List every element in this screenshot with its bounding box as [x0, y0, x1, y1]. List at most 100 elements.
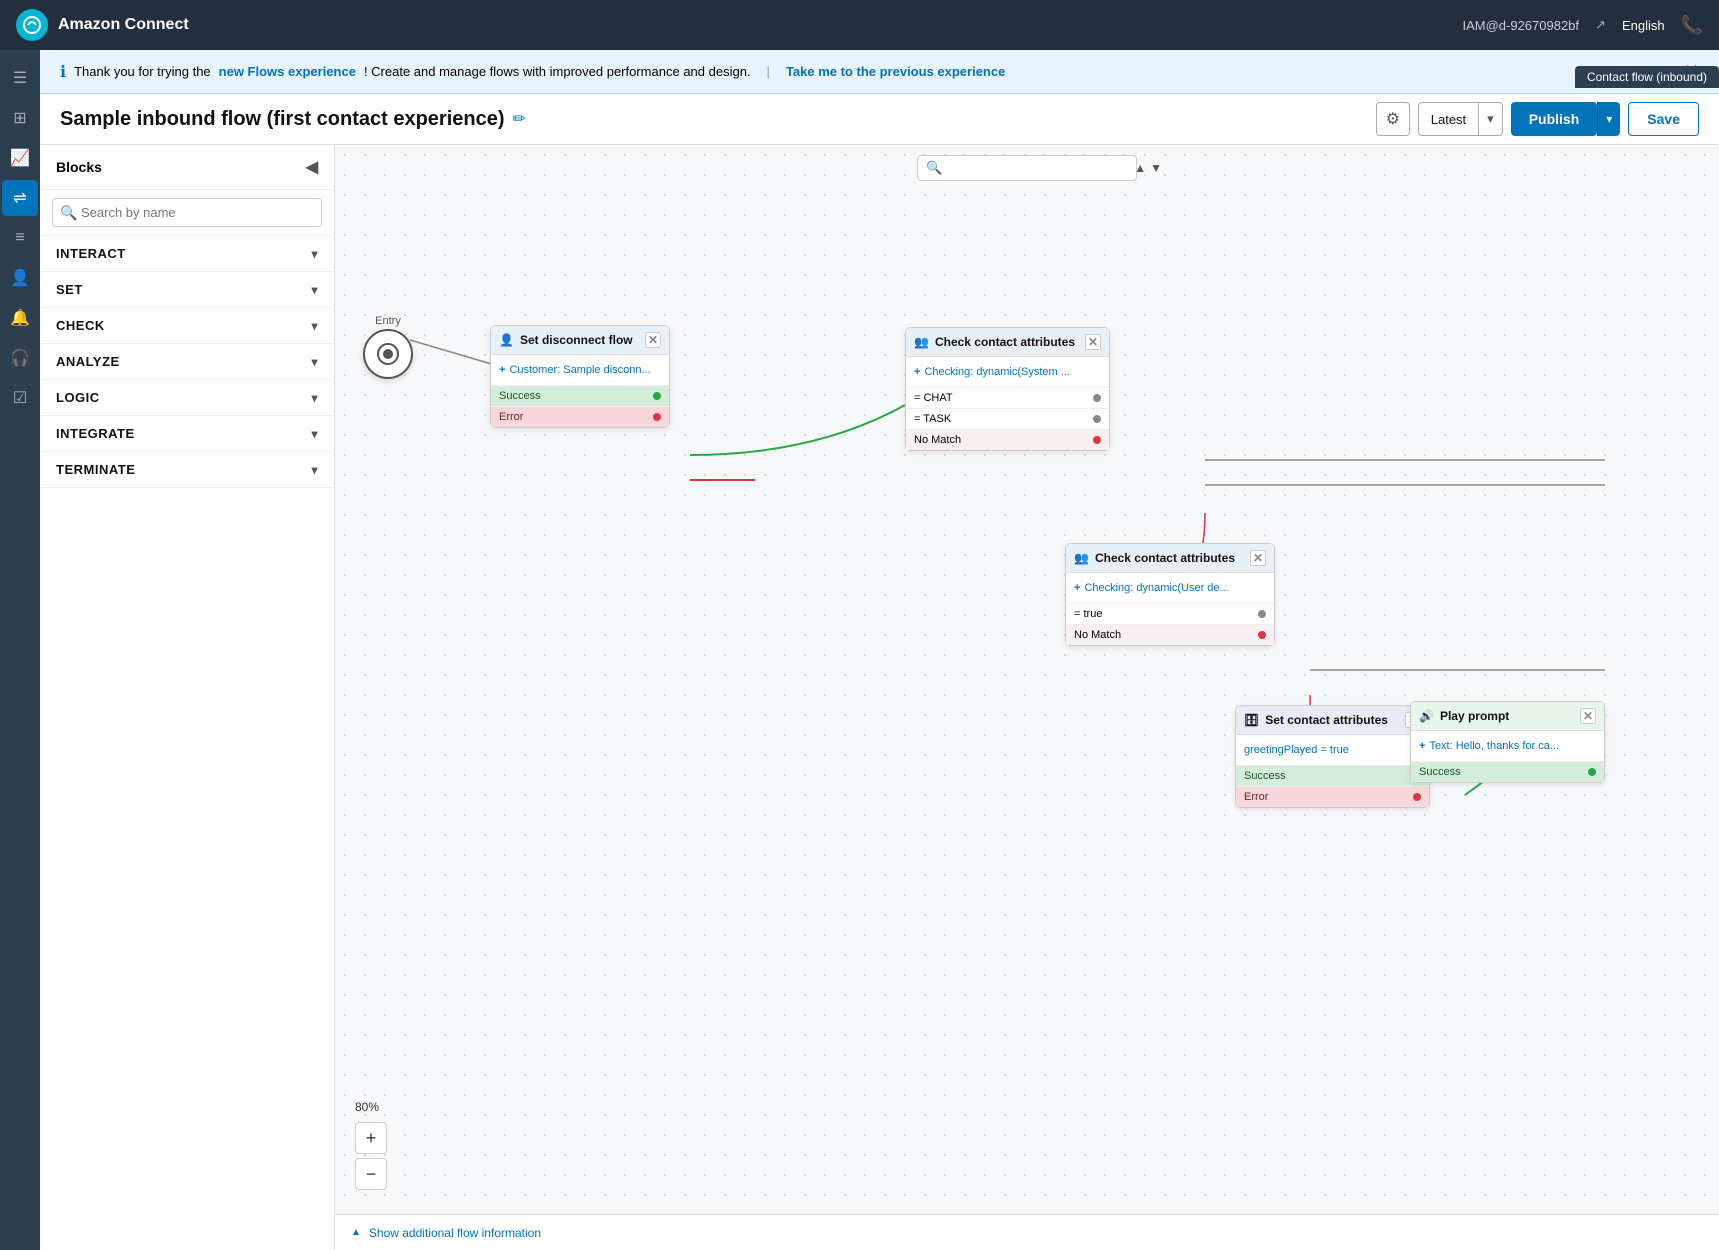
- check-contact-2-icon: 👥: [1074, 551, 1089, 565]
- version-selector[interactable]: Latest ▾: [1418, 102, 1503, 136]
- sidebar-item-users[interactable]: 👤: [2, 260, 38, 296]
- publish-dropdown-button[interactable]: ▾: [1597, 102, 1620, 136]
- play-prompt-header: 🔊 Play prompt ✕: [1411, 702, 1604, 731]
- check-label: CHECK: [56, 318, 105, 333]
- sidebar-item-dashboard[interactable]: ⊞: [2, 100, 38, 136]
- connection-lines: [335, 145, 1719, 1250]
- play-prompt-node[interactable]: 🔊 Play prompt ✕ + Text: Hello, thanks fo…: [1410, 701, 1605, 783]
- sidebar-item-menu[interactable]: ☰: [2, 60, 38, 96]
- sidebar-item-channels[interactable]: ≡: [2, 220, 38, 256]
- blocks-title: Blocks: [56, 159, 102, 175]
- publish-button[interactable]: Publish: [1511, 102, 1598, 136]
- entry-node[interactable]: [363, 329, 413, 379]
- entry-label-container: Entry: [363, 315, 413, 379]
- canvas-search-input[interactable]: [950, 161, 1126, 176]
- info-icon: ℹ: [60, 62, 66, 82]
- sidebar-item-tasks[interactable]: ☑: [2, 380, 38, 416]
- block-section-analyze: ANALYZE ▾: [40, 344, 334, 380]
- canvas-footer[interactable]: ▲ Show additional flow information: [335, 1214, 1719, 1250]
- toolbar-right: ⚙ Latest ▾ Publish ▾ Save: [1376, 102, 1699, 136]
- content-area: Blocks ◀ 🔍 INTERACT ▾ SET ▾: [40, 145, 1719, 1250]
- check-contact-2-node[interactable]: 👥 Check contact attributes ✕ + Checking:…: [1065, 543, 1275, 646]
- terminate-chevron-icon: ▾: [311, 463, 318, 477]
- check-contact-2-item: + Checking: dynamic(User de...: [1074, 579, 1266, 597]
- set-disconnect-success-output[interactable]: Success: [491, 385, 669, 406]
- block-section-integrate-header[interactable]: INTEGRATE ▾: [40, 416, 334, 451]
- check-contact-1-task-output[interactable]: = TASK: [906, 408, 1109, 429]
- zoom-controls: 80% + −: [355, 1100, 387, 1190]
- set-label: SET: [56, 282, 83, 297]
- logo-icon: [16, 9, 48, 41]
- zoom-out-button[interactable]: −: [355, 1158, 387, 1190]
- canvas-search-down-button[interactable]: ▼: [1150, 161, 1162, 175]
- set-contact-error-output[interactable]: Error: [1236, 786, 1429, 807]
- block-section-interact-header[interactable]: INTERACT ▾: [40, 236, 334, 271]
- version-chevron-icon[interactable]: ▾: [1478, 103, 1502, 135]
- check-contact-1-close-button[interactable]: ✕: [1085, 334, 1101, 350]
- external-link-icon[interactable]: ↗: [1595, 17, 1606, 33]
- page-title: Sample inbound flow (first contact exper…: [60, 108, 505, 131]
- play-prompt-title: Play prompt: [1440, 709, 1509, 723]
- sidebar-item-analytics[interactable]: 📈: [2, 140, 38, 176]
- terminate-label: TERMINATE: [56, 462, 135, 477]
- check-contact-2-true-output[interactable]: = true: [1066, 603, 1274, 624]
- collapse-panel-button[interactable]: ◀: [306, 157, 318, 177]
- edit-icon[interactable]: ✏: [513, 109, 526, 129]
- canvas-search-up-button[interactable]: ▲: [1134, 161, 1146, 175]
- publish-group: Publish ▾: [1511, 102, 1621, 136]
- node-person-icon: 👤: [499, 333, 514, 347]
- set-disconnect-node[interactable]: 👤 Set disconnect flow ✕ + Customer: Samp…: [490, 325, 670, 428]
- brand-name: Amazon Connect: [58, 16, 189, 34]
- sidebar-item-notifications[interactable]: 🔔: [2, 300, 38, 336]
- set-chevron-icon: ▾: [311, 283, 318, 297]
- main-container: ℹ Thank you for trying the new Flows exp…: [40, 50, 1719, 1250]
- check-contact-2-nomatch-output[interactable]: No Match: [1066, 624, 1274, 645]
- play-prompt-body: + Text: Hello, thanks for ca...: [1411, 731, 1604, 761]
- set-disconnect-close-button[interactable]: ✕: [645, 332, 661, 348]
- canvas-search-arrows: ▲ ▼: [1134, 161, 1162, 175]
- set-disconnect-error-output[interactable]: Error: [491, 406, 669, 427]
- set-contact-item: greetingPlayed = true: [1244, 741, 1421, 759]
- zoom-in-button[interactable]: +: [355, 1122, 387, 1154]
- language-selector[interactable]: English: [1622, 18, 1665, 33]
- sidebar-item-headset[interactable]: 🎧: [2, 340, 38, 376]
- sidebar-item-routing[interactable]: ⇌: [2, 180, 38, 216]
- block-section-terminate-header[interactable]: TERMINATE ▾: [40, 452, 334, 487]
- check-contact-1-chat-output[interactable]: = CHAT: [906, 387, 1109, 408]
- canvas-search-bar: 🔍 ▲ ▼: [917, 155, 1137, 181]
- analyze-label: ANALYZE: [56, 354, 120, 369]
- save-button[interactable]: Save: [1628, 102, 1699, 136]
- play-prompt-item: + Text: Hello, thanks for ca...: [1419, 737, 1596, 755]
- set-disconnect-title: Set disconnect flow: [520, 333, 633, 347]
- set-disconnect-item: + Customer: Sample disconn...: [499, 361, 661, 379]
- version-label: Latest: [1419, 112, 1478, 127]
- set-disconnect-body: + Customer: Sample disconn...: [491, 355, 669, 385]
- set-contact-success-output[interactable]: Success: [1236, 765, 1429, 786]
- brand-logo: Amazon Connect: [16, 9, 189, 41]
- logic-label: LOGIC: [56, 390, 100, 405]
- zoom-level-label: 80%: [355, 1100, 387, 1114]
- settings-button[interactable]: ⚙: [1376, 102, 1410, 136]
- block-section-logic-header[interactable]: LOGIC ▾: [40, 380, 334, 415]
- info-banner: ℹ Thank you for trying the new Flows exp…: [40, 50, 1719, 94]
- block-section-analyze-header[interactable]: ANALYZE ▾: [40, 344, 334, 379]
- play-prompt-close-button[interactable]: ✕: [1580, 708, 1596, 724]
- play-prompt-success-output[interactable]: Success: [1411, 761, 1604, 782]
- banner-link[interactable]: new Flows experience: [219, 64, 356, 79]
- check-contact-2-body: + Checking: dynamic(User de...: [1066, 573, 1274, 603]
- prev-experience-link[interactable]: Take me to the previous experience: [786, 64, 1005, 79]
- flow-canvas[interactable]: 🔍 ▲ ▼: [335, 145, 1719, 1250]
- contact-flow-badge: Contact flow (inbound): [1575, 66, 1719, 88]
- check-contact-1-body: + Checking: dynamic(System ...: [906, 357, 1109, 387]
- phone-icon[interactable]: 📞: [1681, 15, 1703, 36]
- interact-label: INTERACT: [56, 246, 126, 261]
- blocks-search-input[interactable]: [52, 198, 322, 227]
- check-contact-2-close-button[interactable]: ✕: [1250, 550, 1266, 566]
- nav-right: IAM@d-92670982bf ↗ English 📞: [1462, 15, 1703, 36]
- check-contact-1-node[interactable]: 👥 Check contact attributes ✕ + Checking:…: [905, 327, 1110, 451]
- block-section-check-header[interactable]: CHECK ▾: [40, 308, 334, 343]
- set-contact-node[interactable]: 🗄 Set contact attributes ✕ greetingPlaye…: [1235, 705, 1430, 808]
- left-icon-sidebar: ☰ ⊞ 📈 ⇌ ≡ 👤 🔔 🎧 ☑: [0, 50, 40, 1250]
- check-contact-1-nomatch-output[interactable]: No Match: [906, 429, 1109, 450]
- block-section-set-header[interactable]: SET ▾: [40, 272, 334, 307]
